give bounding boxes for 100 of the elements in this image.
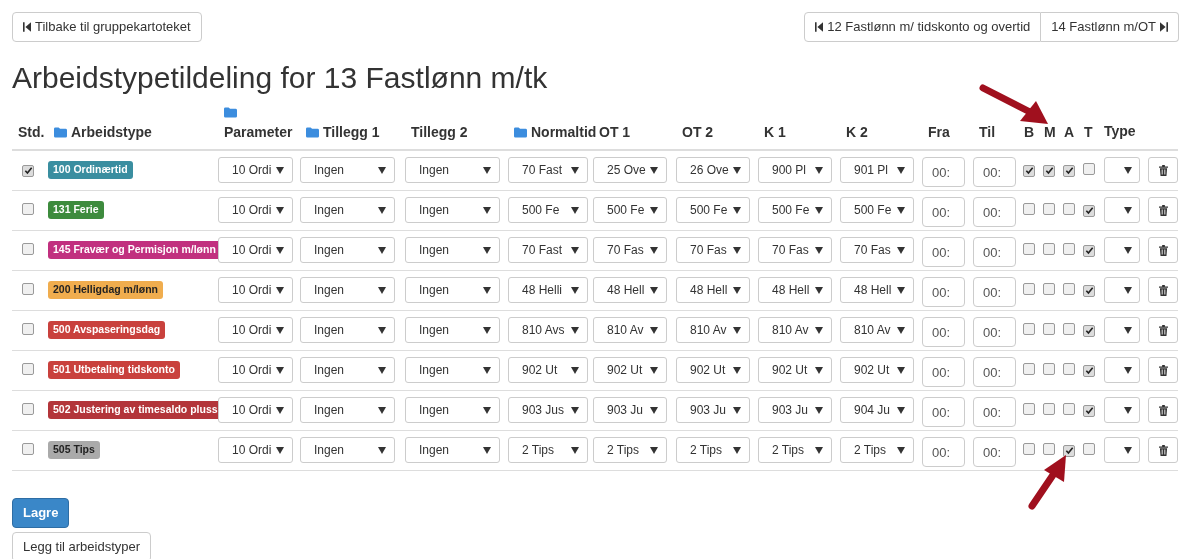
- dropdown[interactable]: 70 Fas: [840, 237, 914, 263]
- checkbox[interactable]: [1083, 204, 1095, 217]
- dropdown[interactable]: 500 Fe: [508, 197, 588, 223]
- checkbox[interactable]: [1023, 203, 1035, 215]
- checkbox[interactable]: [22, 203, 34, 215]
- time-input[interactable]: 00:: [973, 197, 1016, 227]
- checkbox[interactable]: [1063, 243, 1075, 255]
- checkbox[interactable]: [1083, 163, 1095, 175]
- checkbox[interactable]: [1043, 443, 1055, 455]
- dropdown[interactable]: 903 Ju: [676, 397, 750, 423]
- checkbox[interactable]: [22, 283, 34, 295]
- time-input[interactable]: 00:: [973, 357, 1016, 387]
- time-input[interactable]: 00:: [922, 317, 965, 347]
- dropdown[interactable]: 70 Fas: [676, 237, 750, 263]
- checkbox[interactable]: [1043, 164, 1055, 177]
- dropdown[interactable]: 903 Ju: [593, 397, 667, 423]
- delete-button[interactable]: [1148, 157, 1178, 183]
- checkbox[interactable]: [22, 363, 34, 375]
- dropdown[interactable]: Ingen: [405, 157, 500, 183]
- dropdown[interactable]: 10 Ordi: [218, 157, 293, 183]
- dropdown[interactable]: 902 Ut: [758, 357, 832, 383]
- checkbox[interactable]: [1023, 403, 1035, 415]
- dropdown[interactable]: 70 Fas: [758, 237, 832, 263]
- dropdown[interactable]: 10 Ordi: [218, 397, 293, 423]
- delete-button[interactable]: [1148, 237, 1178, 263]
- time-input[interactable]: 00:: [922, 397, 965, 427]
- delete-button[interactable]: [1148, 397, 1178, 423]
- dropdown[interactable]: 901 Pl: [840, 157, 914, 183]
- dropdown[interactable]: Ingen: [300, 277, 395, 303]
- time-input[interactable]: 00:: [973, 397, 1016, 427]
- time-input[interactable]: 00:: [973, 437, 1016, 467]
- type-dropdown[interactable]: [1104, 437, 1140, 463]
- type-dropdown[interactable]: [1104, 197, 1140, 223]
- time-input[interactable]: 00:: [922, 437, 965, 467]
- dropdown[interactable]: 2 Tips: [593, 437, 667, 463]
- dropdown[interactable]: 810 Av: [758, 317, 832, 343]
- dropdown[interactable]: 70 Fast: [508, 157, 588, 183]
- time-input[interactable]: 00:: [922, 277, 965, 307]
- type-dropdown[interactable]: [1104, 397, 1140, 423]
- dropdown[interactable]: 810 Av: [676, 317, 750, 343]
- dropdown[interactable]: 2 Tips: [676, 437, 750, 463]
- checkbox[interactable]: [1023, 363, 1035, 375]
- checkbox[interactable]: [22, 443, 34, 455]
- nav-button[interactable]: 12 Fastlønn m/ tidskonto og overtid: [804, 12, 1042, 42]
- checkbox[interactable]: [1043, 243, 1055, 255]
- checkbox[interactable]: [22, 323, 34, 335]
- dropdown[interactable]: 903 Jus: [508, 397, 588, 423]
- time-input[interactable]: 00:: [973, 237, 1016, 267]
- nav-button[interactable]: 14 Fastlønn m/OT: [1041, 12, 1179, 42]
- dropdown[interactable]: 810 Av: [840, 317, 914, 343]
- back-button[interactable]: Tilbake til gruppekartoteket: [12, 12, 202, 42]
- checkbox[interactable]: [1063, 164, 1075, 177]
- time-input[interactable]: 00:: [922, 357, 965, 387]
- checkbox[interactable]: [1083, 284, 1095, 297]
- time-input[interactable]: 00:: [922, 237, 965, 267]
- delete-button[interactable]: [1148, 317, 1178, 343]
- checkbox[interactable]: [22, 164, 34, 177]
- checkbox[interactable]: [1083, 404, 1095, 417]
- checkbox[interactable]: [1083, 443, 1095, 455]
- dropdown[interactable]: 500 Fe: [758, 197, 832, 223]
- dropdown[interactable]: 902 Ut: [676, 357, 750, 383]
- add-button[interactable]: Legg til arbeidstyper: [12, 532, 152, 559]
- time-input[interactable]: 00:: [973, 317, 1016, 347]
- dropdown[interactable]: Ingen: [405, 317, 500, 343]
- dropdown[interactable]: 48 Hell: [758, 277, 832, 303]
- dropdown[interactable]: 500 Fe: [593, 197, 667, 223]
- dropdown[interactable]: 25 Ove: [593, 157, 667, 183]
- dropdown[interactable]: Ingen: [405, 277, 500, 303]
- dropdown[interactable]: 902 Ut: [840, 357, 914, 383]
- dropdown[interactable]: 10 Ordi: [218, 197, 293, 223]
- save-button[interactable]: Lagre: [12, 498, 70, 528]
- checkbox[interactable]: [1083, 364, 1095, 377]
- dropdown[interactable]: 2 Tips: [840, 437, 914, 463]
- dropdown[interactable]: 902 Ut: [508, 357, 588, 383]
- dropdown[interactable]: 26 Ove: [676, 157, 750, 183]
- dropdown[interactable]: 810 Av: [593, 317, 667, 343]
- checkbox[interactable]: [1023, 164, 1035, 177]
- time-input[interactable]: 00:: [922, 197, 965, 227]
- dropdown[interactable]: 10 Ordi: [218, 277, 293, 303]
- checkbox[interactable]: [1063, 283, 1075, 295]
- dropdown[interactable]: Ingen: [300, 237, 395, 263]
- checkbox[interactable]: [22, 243, 34, 255]
- dropdown[interactable]: 48 Hell: [593, 277, 667, 303]
- checkbox[interactable]: [1023, 323, 1035, 335]
- dropdown[interactable]: Ingen: [405, 397, 500, 423]
- time-input[interactable]: 00:: [973, 157, 1016, 187]
- dropdown[interactable]: 810 Avs: [508, 317, 588, 343]
- checkbox[interactable]: [1043, 283, 1055, 295]
- time-input[interactable]: 00:: [922, 157, 965, 187]
- dropdown[interactable]: 70 Fas: [593, 237, 667, 263]
- checkbox[interactable]: [1083, 324, 1095, 337]
- dropdown[interactable]: Ingen: [405, 237, 500, 263]
- dropdown[interactable]: Ingen: [300, 197, 395, 223]
- dropdown[interactable]: 70 Fast: [508, 237, 588, 263]
- checkbox[interactable]: [1043, 403, 1055, 415]
- checkbox[interactable]: [1063, 403, 1075, 415]
- checkbox[interactable]: [1023, 283, 1035, 295]
- delete-button[interactable]: [1148, 277, 1178, 303]
- checkbox[interactable]: [1023, 443, 1035, 455]
- checkbox[interactable]: [1063, 444, 1075, 457]
